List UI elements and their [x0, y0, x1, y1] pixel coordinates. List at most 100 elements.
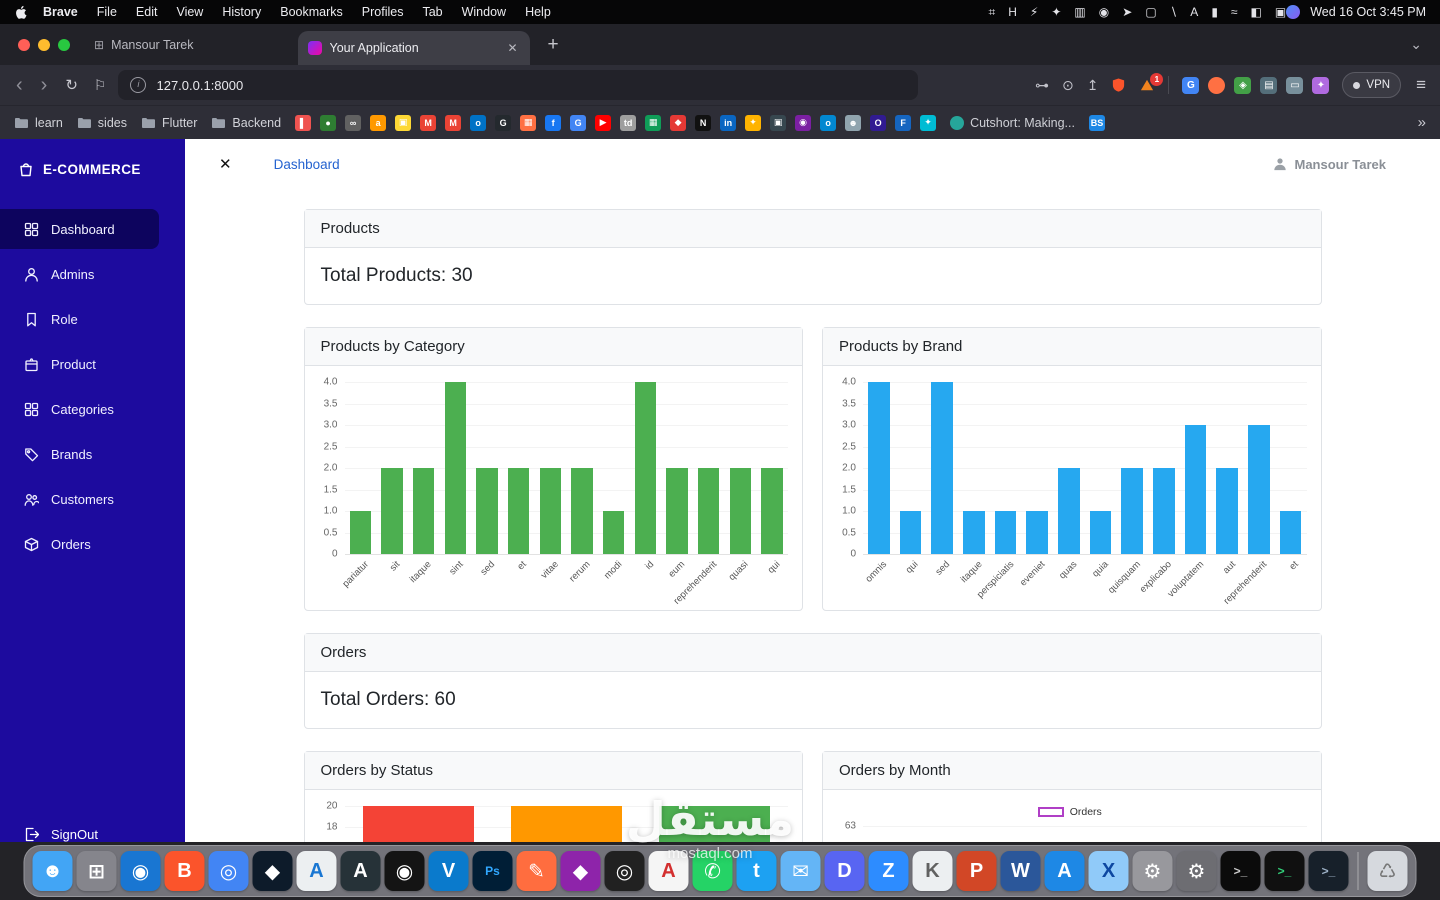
bookmark-favicon-8[interactable]: o	[470, 115, 486, 131]
dock-icon-vscode[interactable]: V	[429, 851, 469, 891]
extension-icon-2[interactable]	[1208, 77, 1225, 94]
sidebar-item-admins[interactable]: Admins	[0, 254, 159, 294]
dock-icon-twitter[interactable]: t	[737, 851, 777, 891]
dock-icon-settings-alt[interactable]: ⚙	[1177, 851, 1217, 891]
dock-icon-xcode-light[interactable]: A	[297, 851, 337, 891]
dock-icon-trash[interactable]: ♺	[1368, 851, 1408, 891]
sidebar-item-orders[interactable]: Orders	[0, 524, 159, 564]
brave-rewards-icon[interactable]: 1	[1139, 78, 1155, 93]
menubar-menu-history[interactable]: History	[222, 5, 261, 19]
new-tab-button[interactable]: +	[544, 34, 563, 56]
bookmark-favicon-24[interactable]: O	[870, 115, 886, 131]
dock-icon-terminal[interactable]: >_	[1221, 851, 1261, 891]
menubar-status-icon-11[interactable]: ▮	[1211, 5, 1218, 19]
bookmark-favicon-14[interactable]: td	[620, 115, 636, 131]
sidebar-item-product[interactable]: Product	[0, 344, 159, 384]
menubar-status-icon-8[interactable]: ▢	[1145, 5, 1156, 19]
bookmark-favicon-16[interactable]: ◆	[670, 115, 686, 131]
bookmark-favicon-13[interactable]: ▶	[595, 115, 611, 131]
back-button[interactable]: ‹	[12, 75, 27, 95]
dock-icon-blue-dot-app[interactable]: ◉	[121, 851, 161, 891]
close-window-button[interactable]	[18, 39, 30, 51]
sidebar-item-customers[interactable]: Customers	[0, 479, 159, 519]
menubar-menu-bookmarks[interactable]: Bookmarks	[280, 5, 343, 19]
menubar-status-icon-6[interactable]: ◉	[1099, 5, 1109, 19]
dock-icon-app-store[interactable]: A	[1045, 851, 1085, 891]
bookmark-favicon-7[interactable]: M	[445, 115, 461, 131]
dock-icon-mail[interactable]: ✉	[781, 851, 821, 891]
bookmark-icon[interactable]: ⚐	[92, 77, 109, 94]
menubar-menu-profiles[interactable]: Profiles	[362, 5, 404, 19]
bookmark-favicon-17[interactable]: N	[695, 115, 711, 131]
bookmarks-overflow-icon[interactable]: »	[1418, 114, 1426, 131]
dock-icon-settings[interactable]: ⚙	[1133, 851, 1173, 891]
dock-icon-whatsapp[interactable]: ✆	[693, 851, 733, 891]
menubar-menu-brave[interactable]: Brave	[43, 5, 78, 19]
menubar-status-icon-13[interactable]: ◧	[1251, 5, 1262, 19]
sidebar-item-categories[interactable]: Categories	[0, 389, 159, 429]
menubar-status-icon-1[interactable]: ⌗	[988, 5, 995, 20]
address-bar[interactable]: i 127.0.0.1:8000	[118, 70, 918, 100]
bookmark-favicon-10[interactable]: ▦	[520, 115, 536, 131]
extension-icon-6[interactable]: ✦	[1312, 77, 1329, 94]
dock-icon-powerpoint[interactable]: P	[957, 851, 997, 891]
dock-icon-launchpad[interactable]: ⊞	[77, 851, 117, 891]
bookmark-favicon-12[interactable]: G	[570, 115, 586, 131]
bookmark-favicon-23[interactable]: ☻	[845, 115, 861, 131]
dock-icon-terminal-green[interactable]: >_	[1265, 851, 1305, 891]
dock-icon-gradient-app[interactable]: ◆	[561, 851, 601, 891]
bookmark-folder-backend[interactable]: Backend	[211, 116, 281, 130]
extension-icon-4[interactable]: ▤	[1260, 77, 1277, 94]
dock-icon-dev-tools[interactable]: X	[1089, 851, 1129, 891]
bookmark-favicon-18[interactable]: in	[720, 115, 736, 131]
minimize-window-button[interactable]	[38, 39, 50, 51]
bookmark-folder-sides[interactable]: sides	[77, 116, 127, 130]
menubar-status-icon-3[interactable]: ⚡	[1030, 5, 1038, 19]
bookmark-favicon-5[interactable]: ▣	[395, 115, 411, 131]
menubar-status-icon-7[interactable]: ➤	[1122, 5, 1132, 19]
menubar-status-icon-4[interactable]: ✦	[1051, 5, 1061, 19]
close-icon[interactable]: ✕	[219, 155, 232, 173]
menubar-status-icon-2[interactable]: H	[1008, 5, 1017, 19]
menubar-menu-edit[interactable]: Edit	[136, 5, 158, 19]
browser-menu-icon[interactable]: ≡	[1414, 75, 1428, 95]
sidebar-signout[interactable]: SignOut	[0, 827, 98, 842]
dock-icon-finder[interactable]: ☻	[33, 851, 73, 891]
dock-icon-zoom[interactable]: Z	[869, 851, 909, 891]
breadcrumb[interactable]: Dashboard	[274, 157, 340, 172]
dock-icon-dark-ide[interactable]: ◆	[253, 851, 293, 891]
share-icon[interactable]: ↥	[1087, 77, 1099, 94]
tab-search-chevron-icon[interactable]: ⌄	[1410, 36, 1430, 53]
bookmark-favicon-22[interactable]: o	[820, 115, 836, 131]
menubar-status-icon-10[interactable]: A	[1190, 5, 1198, 19]
dock-icon-chrome[interactable]: ◎	[209, 851, 249, 891]
bookmark-favicon-26[interactable]: ✦	[920, 115, 936, 131]
bookmark-favicon-21[interactable]: ◉	[795, 115, 811, 131]
bookmark-favicon-2[interactable]: ●	[320, 115, 336, 131]
brave-shield-icon[interactable]	[1111, 77, 1126, 93]
forward-button[interactable]: ›	[37, 75, 52, 95]
dock-icon-iterm[interactable]: >_	[1309, 851, 1349, 891]
dock-icon-brave[interactable]: B	[165, 851, 205, 891]
menubar-clock[interactable]: Wed 16 Oct 3:45 PM	[1310, 5, 1426, 19]
bookmark-favicon-25[interactable]: F	[895, 115, 911, 131]
search-icon[interactable]: ⊙	[1062, 77, 1074, 94]
apple-logo-icon[interactable]	[14, 5, 27, 20]
bookmark-favicon-6[interactable]: M	[420, 115, 436, 131]
sidebar-item-brands[interactable]: Brands	[0, 434, 159, 474]
password-key-icon[interactable]: ⊶	[1035, 77, 1049, 94]
maximize-window-button[interactable]	[58, 39, 70, 51]
browser-profile-chip[interactable]: ⊞ Mansour Tarek	[94, 38, 194, 52]
sidebar-item-dashboard[interactable]: Dashboard	[0, 209, 159, 249]
menubar-menu-help[interactable]: Help	[525, 5, 551, 19]
menubar-menu-view[interactable]: View	[176, 5, 203, 19]
dock-icon-discord[interactable]: D	[825, 851, 865, 891]
dock-icon-camera-app[interactable]: ◎	[605, 851, 645, 891]
user-chip[interactable]: Mansour Tarek	[1273, 157, 1386, 172]
menubar-menu-window[interactable]: Window	[462, 5, 506, 19]
dock-icon-android-studio[interactable]: A	[341, 851, 381, 891]
bookmark-favicon-11[interactable]: f	[545, 115, 561, 131]
bookmark-favicon-15[interactable]: ▦	[645, 115, 661, 131]
menubar-status-icon-14[interactable]: ▣	[1275, 5, 1286, 19]
menubar-status-icon-12[interactable]: ≈	[1231, 5, 1238, 19]
